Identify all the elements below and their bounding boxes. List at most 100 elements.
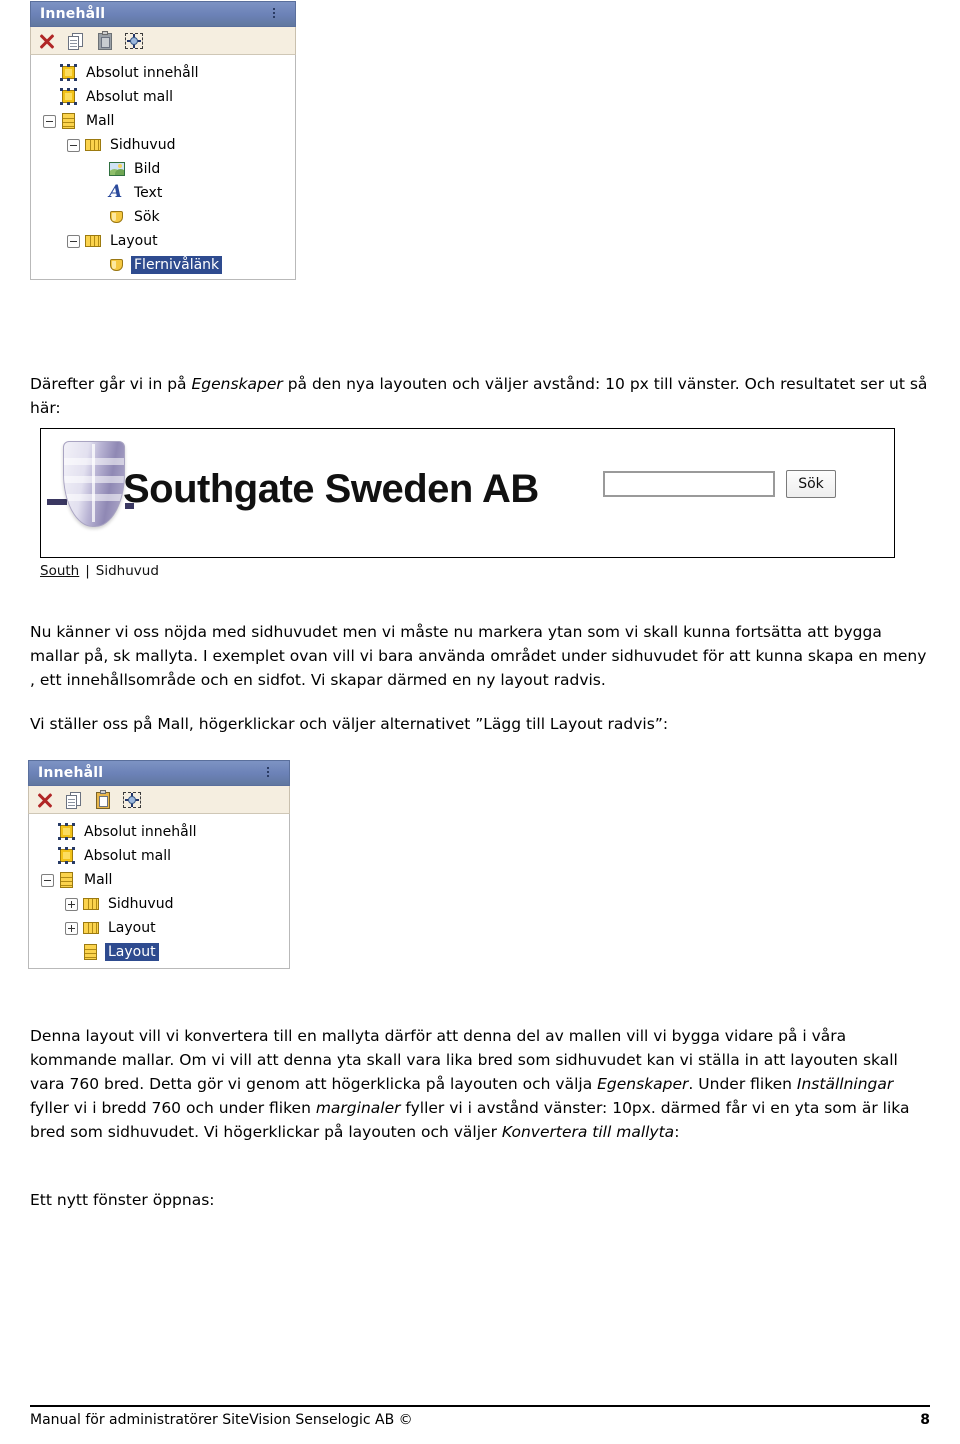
search-button[interactable]: Sök xyxy=(786,470,836,498)
tree-toggle-minus-icon[interactable] xyxy=(67,138,80,152)
tree-node-label[interactable]: Mall xyxy=(83,112,117,130)
tree-toggle-minus-icon[interactable] xyxy=(41,873,54,887)
paragraph-3: Vi ställer oss på Mall, högerklickar och… xyxy=(30,715,669,733)
paragraph-4: Denna layout vill vi konvertera till en … xyxy=(30,1024,935,1144)
tree-node[interactable]: Sidhuvud xyxy=(31,133,295,157)
body-text: fyller vi i bredd 760 och under fliken xyxy=(30,1099,316,1117)
image-module-icon xyxy=(107,160,126,178)
module-icon xyxy=(107,256,126,274)
copy-icon[interactable] xyxy=(64,790,84,810)
tree-node[interactable]: Flernivålänk xyxy=(31,253,295,277)
tree-node[interactable]: Absolut mall xyxy=(31,85,295,109)
tree-node-label[interactable]: Text xyxy=(131,184,165,202)
tree-node[interactable]: Absolut mall xyxy=(29,844,289,868)
panel-titlebar-2: Innehåll xyxy=(28,760,290,786)
paragraph-2: Nu känner vi oss nöjda med sidhuvudet me… xyxy=(30,623,927,689)
delete-icon[interactable] xyxy=(35,790,55,810)
tree-node-label[interactable]: Sök xyxy=(131,208,163,226)
paste-icon[interactable] xyxy=(95,30,115,51)
paragraph-1: Därefter går vi in på Egenskaper på den … xyxy=(30,372,930,420)
columns-layout-icon xyxy=(83,136,102,154)
absolute-element-icon xyxy=(57,823,76,841)
footer-text: Manual för administratörer SiteVision Se… xyxy=(30,1412,413,1428)
move-icon[interactable] xyxy=(124,31,144,51)
tree-node-label[interactable]: Mall xyxy=(81,871,115,889)
tree-node-label[interactable]: Absolut mall xyxy=(83,88,176,106)
tree-node-label[interactable]: Layout xyxy=(107,232,161,250)
tree-node[interactable]: Mall xyxy=(31,109,295,133)
emphasis-text: Inställningar xyxy=(796,1075,894,1093)
tree-node-label[interactable]: Absolut innehåll xyxy=(83,64,202,82)
module-icon xyxy=(107,208,126,226)
columns-layout-icon xyxy=(81,919,100,937)
tree-node-label[interactable]: Bild xyxy=(131,160,163,178)
rows-layout-icon xyxy=(59,112,78,130)
tree-node-label[interactable]: Sidhuvud xyxy=(105,895,176,913)
tree-node[interactable]: A Text xyxy=(31,181,295,205)
breadcrumb-link-south[interactable]: South xyxy=(40,563,79,579)
page-number: 8 xyxy=(920,1412,930,1428)
list-options-icon-1[interactable] xyxy=(273,7,289,21)
tree-2[interactable]: Absolut innehåll Absolut mall Mall Sidhuvud… xyxy=(28,814,290,969)
content-tree-panel-1[interactable]: Innehåll Absolut innehåll Absolut mall Mal… xyxy=(30,1,296,280)
emphasis-text: Egenskaper xyxy=(597,1075,689,1093)
breadcrumb-current: Sidhuvud xyxy=(95,563,159,579)
tree-toggle-plus-icon[interactable] xyxy=(65,921,78,935)
tree-node-label[interactable]: Layout xyxy=(105,919,159,937)
move-icon[interactable] xyxy=(122,790,142,810)
shield-logo-icon xyxy=(47,441,134,527)
search-input[interactable] xyxy=(603,471,775,497)
tree-toggle-minus-icon[interactable] xyxy=(43,114,56,128)
tree-node-label[interactable]: Absolut innehåll xyxy=(81,823,200,841)
absolute-element-icon xyxy=(59,64,78,82)
panel-toolbar-2 xyxy=(28,786,290,814)
tree-node-label[interactable]: Absolut mall xyxy=(81,847,174,865)
tree-node[interactable]: Layout xyxy=(31,229,295,253)
copy-icon[interactable] xyxy=(66,31,86,51)
tree-toggle-plus-icon[interactable] xyxy=(65,897,78,911)
panel-toolbar-1 xyxy=(30,27,296,55)
tree-node[interactable]: Sök xyxy=(31,205,295,229)
tree-node-label[interactable]: Layout xyxy=(105,943,159,961)
tree-node[interactable]: Absolut innehåll xyxy=(31,61,295,85)
rows-layout-icon xyxy=(57,871,76,889)
tree-node[interactable]: Layout xyxy=(29,940,289,964)
columns-layout-icon xyxy=(83,232,102,250)
breadcrumb-separator: | xyxy=(85,563,90,579)
emphasis-text: marginaler xyxy=(315,1099,401,1117)
body-text: Därefter går vi in på xyxy=(30,375,192,393)
tree-toggle-minus-icon[interactable] xyxy=(67,234,80,248)
list-options-icon-2[interactable] xyxy=(267,766,283,780)
site-title: Southgate Sweden AB xyxy=(123,467,539,511)
content-tree-panel-2[interactable]: Innehåll Absolut innehåll Absolut mall Mal… xyxy=(28,760,290,969)
tree-node-label[interactable]: Flernivålänk xyxy=(131,256,223,274)
emphasis-text: Egenskaper xyxy=(191,375,283,393)
body-text: : xyxy=(674,1123,680,1141)
panel-titlebar-1: Innehåll xyxy=(30,1,296,27)
columns-layout-icon xyxy=(81,895,100,913)
tree-node[interactable]: Sidhuvud xyxy=(29,892,289,916)
paragraph-5: Ett nytt fönster öppnas: xyxy=(30,1191,215,1209)
text-module-icon: A xyxy=(109,182,123,202)
paste-icon[interactable] xyxy=(93,789,113,810)
delete-icon[interactable] xyxy=(37,31,57,51)
tree-1[interactable]: Absolut innehåll Absolut mall Mall Sidhuvud… xyxy=(30,55,296,280)
body-text: . Under fliken xyxy=(688,1075,797,1093)
tree-node[interactable]: Layout xyxy=(29,916,289,940)
tree-node[interactable]: Mall xyxy=(29,868,289,892)
tree-node[interactable]: Bild xyxy=(31,157,295,181)
panel-title-2: Innehåll xyxy=(38,765,104,781)
rows-layout-icon xyxy=(81,943,100,961)
tree-node-label[interactable]: Sidhuvud xyxy=(107,136,178,154)
absolute-element-icon xyxy=(57,847,76,865)
tree-node[interactable]: Absolut innehåll xyxy=(29,820,289,844)
